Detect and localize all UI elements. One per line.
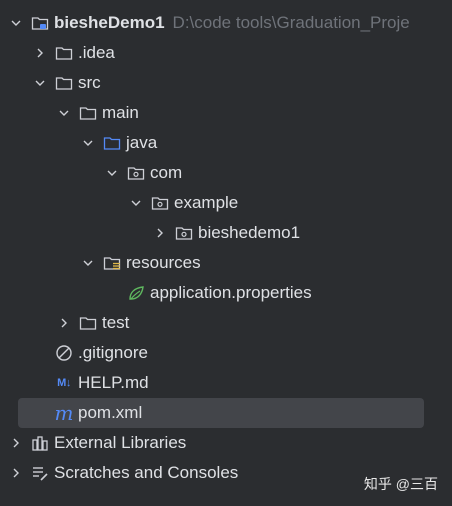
folder-icon	[78, 103, 98, 123]
tree-label: HELP.md	[78, 373, 149, 392]
tree-label: src	[78, 73, 101, 92]
package-icon	[150, 193, 170, 213]
chevron-down-icon[interactable]	[128, 195, 144, 211]
tree-label: java	[126, 133, 158, 152]
tree-label: com	[150, 163, 183, 182]
scratches-icon	[30, 463, 50, 483]
project-path: D:\code tools\Graduation_Proje	[172, 13, 410, 32]
watermark: 知乎 @三百	[363, 476, 438, 492]
folder-icon	[54, 73, 74, 93]
library-icon	[30, 433, 50, 453]
tree-label: resources	[126, 253, 201, 272]
chevron-down-icon[interactable]	[32, 75, 48, 91]
tree-row-src[interactable]: src	[0, 68, 452, 98]
tree-label: example	[174, 193, 239, 212]
package-icon	[174, 223, 194, 243]
folder-icon	[78, 313, 98, 333]
chevron-down-icon[interactable]	[56, 105, 72, 121]
tree-row-external-libraries[interactable]: External Libraries	[0, 428, 452, 458]
chevron-right-icon[interactable]	[152, 225, 168, 241]
tree-label: bieshedemo1	[198, 223, 301, 242]
tree-row-gitignore[interactable]: .gitignore	[0, 338, 452, 368]
tree-row-java[interactable]: java	[0, 128, 452, 158]
markdown-icon: M↓	[57, 377, 71, 389]
tree-row-help-md[interactable]: M↓ HELP.md	[0, 368, 452, 398]
chevron-right-icon[interactable]	[8, 465, 24, 481]
chevron-down-icon[interactable]	[8, 15, 24, 31]
tree-label: main	[102, 103, 139, 122]
tree-label: .gitignore	[78, 343, 148, 362]
tree-row-application-properties[interactable]: application.properties	[0, 278, 452, 308]
resources-folder-icon	[102, 253, 122, 273]
package-icon	[126, 163, 146, 183]
tree-label: application.properties	[150, 283, 312, 302]
tree-row-idea[interactable]: .idea	[0, 38, 452, 68]
tree-label: test	[102, 313, 130, 332]
chevron-down-icon[interactable]	[80, 255, 96, 271]
spring-leaf-icon	[126, 283, 146, 303]
maven-icon: m	[54, 401, 74, 425]
tree-label: External Libraries	[54, 433, 187, 452]
tree-label: Scratches and Consoles	[54, 463, 239, 482]
tree-row-test[interactable]: test	[0, 308, 452, 338]
project-name: biesheDemo1	[54, 13, 165, 32]
tree-label: pom.xml	[78, 403, 143, 422]
chevron-right-icon[interactable]	[56, 315, 72, 331]
tree-row-example[interactable]: example	[0, 188, 452, 218]
chevron-right-icon[interactable]	[8, 435, 24, 451]
tree-label: .idea	[78, 43, 115, 62]
project-tree: biesheDemo1 D:\code tools\Graduation_Pro…	[0, 8, 452, 488]
ignore-file-icon	[54, 343, 74, 363]
tree-row-com[interactable]: com	[0, 158, 452, 188]
module-folder-icon	[30, 13, 50, 33]
chevron-down-icon[interactable]	[80, 135, 96, 151]
folder-icon	[54, 43, 74, 63]
source-folder-icon	[102, 133, 122, 153]
tree-row-project-root[interactable]: biesheDemo1 D:\code tools\Graduation_Pro…	[0, 8, 452, 38]
tree-row-bieshedemo1[interactable]: bieshedemo1	[0, 218, 452, 248]
tree-row-resources[interactable]: resources	[0, 248, 452, 278]
chevron-down-icon[interactable]	[104, 165, 120, 181]
chevron-right-icon[interactable]	[32, 45, 48, 61]
tree-row-pom-xml[interactable]: m pom.xml	[18, 398, 424, 428]
tree-row-main[interactable]: main	[0, 98, 452, 128]
